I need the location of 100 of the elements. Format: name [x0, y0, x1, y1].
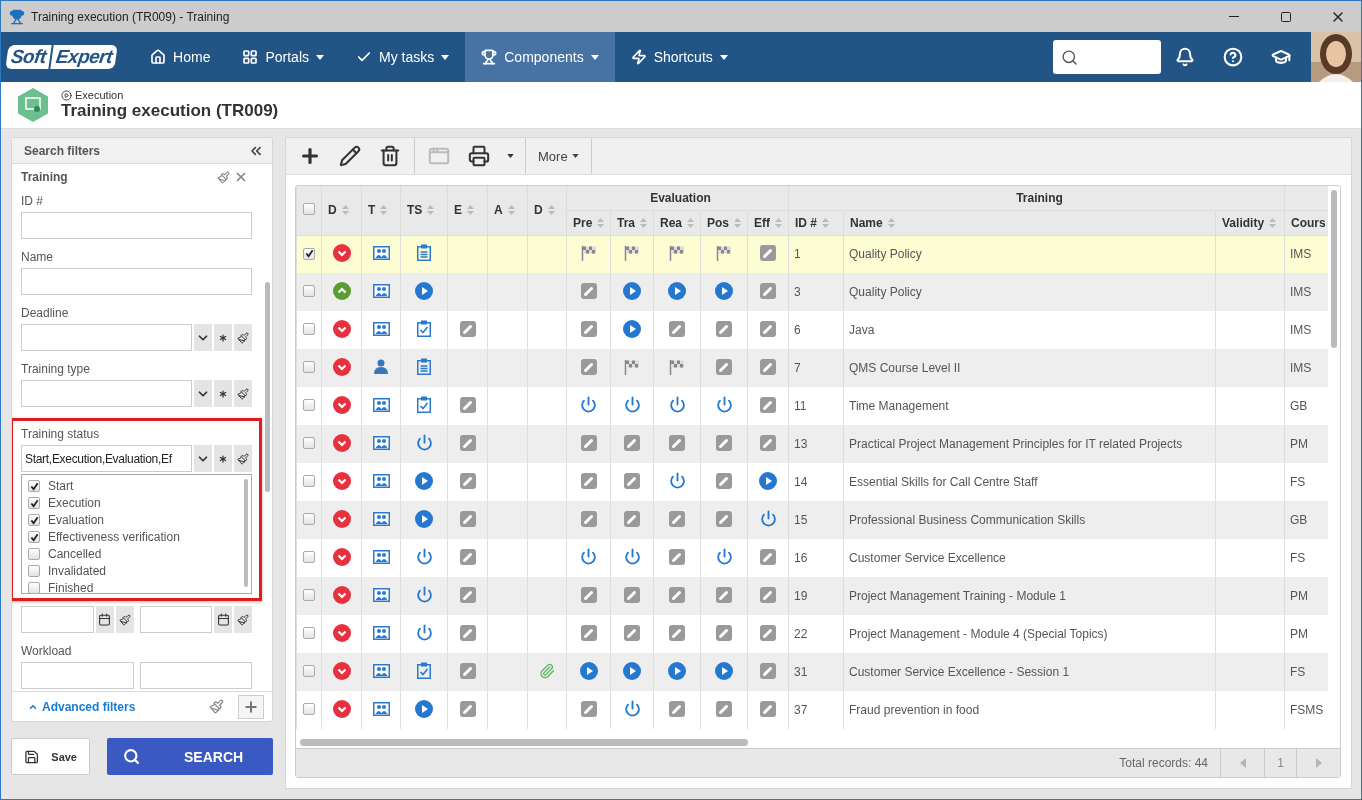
option-label[interactable]: Start [48, 479, 74, 493]
input-field[interactable] [139, 662, 252, 689]
table-row[interactable]: 11 Time Management GB [296, 387, 1328, 425]
row-checkbox[interactable] [303, 702, 315, 715]
row-checkbox[interactable] [303, 626, 315, 639]
table-row[interactable]: 16 Customer Service Excellence FS [296, 539, 1328, 577]
brush-icon[interactable] [209, 699, 224, 714]
date-field[interactable] [21, 606, 94, 633]
sort-icon[interactable] [380, 205, 388, 216]
any-value-button[interactable] [214, 324, 232, 351]
dropdown-button[interactable] [194, 324, 212, 351]
clear-button[interactable] [115, 606, 134, 633]
row-checkbox[interactable] [303, 550, 315, 563]
checkbox[interactable] [28, 497, 40, 509]
sort-icon[interactable] [775, 217, 782, 228]
advanced-filters-link[interactable]: Advanced filters [28, 699, 195, 714]
sort-icon[interactable] [547, 205, 555, 216]
table-row[interactable]: 1 Quality Policy IMS [296, 235, 1328, 273]
nav-item[interactable]: Components [465, 32, 615, 82]
table-row[interactable]: 3 Quality Policy IMS [296, 273, 1328, 311]
option-label[interactable]: Effectiveness verification [48, 530, 180, 544]
sort-icon[interactable] [640, 217, 647, 228]
clear-button[interactable] [234, 380, 252, 407]
table-row[interactable]: 6 Java IMS [296, 311, 1328, 349]
search-button[interactable]: SEARCH [107, 738, 273, 775]
option-label[interactable]: Invalidated [48, 564, 107, 578]
option-label[interactable]: Execution [48, 496, 101, 510]
nav-item[interactable]: Shortcuts [614, 32, 744, 82]
column-header[interactable]: A [494, 203, 503, 218]
row-checkbox[interactable] [303, 664, 315, 677]
calendar-button[interactable] [214, 606, 232, 633]
checkbox[interactable] [28, 582, 40, 593]
column-header[interactable]: D [328, 203, 337, 218]
nav-item[interactable]: Home [134, 32, 227, 82]
checkbox[interactable] [28, 548, 40, 560]
column-header[interactable]: Name [850, 215, 883, 230]
checkbox[interactable] [28, 514, 40, 526]
table-row[interactable]: 7 QMS Course Level II IMS [296, 349, 1328, 387]
input-field[interactable] [21, 212, 252, 239]
search-field[interactable] [1053, 40, 1161, 74]
sort-icon[interactable] [1269, 217, 1277, 228]
clear-button[interactable] [234, 606, 252, 633]
row-checkbox[interactable] [303, 284, 315, 297]
clear-button[interactable] [234, 324, 252, 351]
scrollbar-thumb[interactable] [244, 479, 248, 587]
column-header[interactable]: E [454, 203, 462, 218]
input-field[interactable] [21, 268, 252, 295]
logo[interactable]: Soft Expert [7, 32, 117, 82]
checkbox[interactable] [28, 531, 40, 543]
scrollbar-thumb[interactable] [264, 282, 270, 492]
more-menu-button[interactable]: More [530, 138, 587, 174]
row-checkbox[interactable] [303, 436, 315, 449]
vertical-scrollbar[interactable] [1331, 190, 1337, 348]
sort-icon[interactable] [887, 217, 895, 228]
save-button[interactable]: Save [11, 738, 90, 775]
row-checkbox[interactable] [303, 398, 315, 411]
sort-icon[interactable] [427, 205, 435, 216]
table-row[interactable]: 19 Project Management Training - Module 1 PM [296, 577, 1328, 615]
calendar-button[interactable] [95, 606, 114, 633]
clear-button[interactable] [234, 445, 252, 472]
any-value-button[interactable] [214, 380, 232, 407]
row-checkbox[interactable] [303, 247, 315, 260]
sort-icon[interactable] [467, 205, 474, 216]
option-label[interactable]: Cancelled [48, 547, 102, 561]
row-checkbox[interactable] [303, 588, 315, 601]
table-row[interactable]: 15 Professional Business Communication Skills GB [296, 501, 1328, 539]
select-field[interactable]: Start,Execution,Evaluation,Ef [21, 445, 192, 472]
brush-icon[interactable] [217, 170, 230, 184]
dropdown-button[interactable] [194, 380, 212, 407]
sort-icon[interactable] [597, 217, 605, 228]
table-row[interactable]: 13 Practical Project Management Principles for IT related Projects PM [296, 425, 1328, 463]
any-value-button[interactable] [214, 445, 232, 472]
sort-icon[interactable] [341, 205, 349, 216]
sort-icon[interactable] [687, 217, 694, 228]
row-checkbox[interactable] [303, 360, 315, 373]
dropdown-button[interactable] [194, 445, 212, 472]
breadcrumb[interactable]: Execution [61, 89, 279, 101]
select-all-checkbox[interactable] [303, 202, 315, 215]
select-field[interactable] [21, 380, 192, 407]
row-checkbox[interactable] [303, 322, 315, 335]
row-checkbox[interactable] [303, 474, 315, 487]
option-label[interactable]: Finished [48, 581, 94, 593]
table-row[interactable]: 37 Fraud prevention in food FSMS [296, 691, 1328, 729]
sort-icon[interactable] [734, 217, 741, 228]
option-label[interactable]: Evaluation [48, 513, 105, 527]
table-row[interactable]: 22 Project Management - Module 4 (Special Topics) PM [296, 615, 1328, 653]
horizontal-scrollbar[interactable] [300, 738, 748, 746]
column-header[interactable]: D [534, 203, 543, 218]
nav-item[interactable]: Portals [226, 32, 340, 82]
date-field[interactable] [139, 606, 212, 633]
table-row[interactable]: 31 Customer Service Excellence - Session 1 FS [296, 653, 1328, 691]
select-field[interactable] [21, 324, 192, 351]
table-row[interactable]: 14 Essential Skills for Call Centre Staff FS [296, 463, 1328, 501]
sort-icon[interactable] [507, 205, 515, 216]
nav-item[interactable]: My tasks [340, 32, 466, 82]
column-header[interactable]: T [368, 203, 376, 218]
column-header[interactable]: TS [407, 203, 423, 218]
sort-icon[interactable] [822, 217, 830, 228]
checkbox[interactable] [28, 565, 40, 577]
checkbox[interactable] [28, 480, 40, 492]
